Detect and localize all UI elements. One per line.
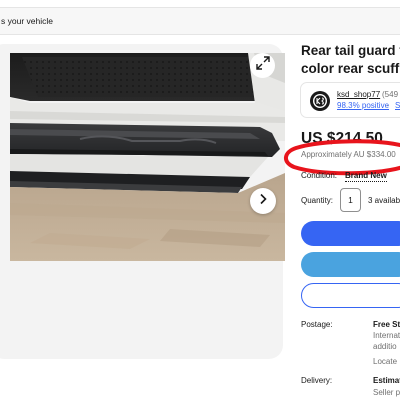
product-title-line-1: Rear tail guard fo [301, 43, 400, 58]
expand-image-button[interactable] [250, 53, 275, 78]
quantity-label: Quantity: [301, 196, 334, 205]
condition-label: Condition: [301, 171, 338, 180]
delivery-value: Estimat [373, 376, 400, 385]
postage-label: Postage: [301, 320, 333, 329]
avatar[interactable] [310, 91, 330, 111]
price: US $214.50 [301, 130, 383, 147]
expand-icon [255, 56, 270, 75]
chevron-right-icon [258, 192, 268, 210]
seller-logo [313, 94, 327, 108]
approx-price: Approximately AU $334.00 [301, 150, 396, 159]
product-title-line-2: color rear scuff p [301, 61, 400, 76]
product-photo[interactable] [10, 53, 285, 261]
item-location: Locate [373, 357, 398, 366]
vehicle-bar-text: s your vehicle [1, 16, 53, 26]
buy-it-now-button[interactable] [301, 221, 400, 246]
delivery-detail: Seller p [373, 388, 400, 397]
add-to-cart-button[interactable] [301, 252, 400, 277]
postage-detail-1: Internat [373, 331, 400, 340]
next-image-button[interactable] [250, 188, 276, 214]
seller-store-link[interactable]: S [395, 101, 400, 110]
condition-value[interactable]: Brand New [345, 171, 387, 182]
add-to-watchlist-button[interactable] [301, 283, 400, 308]
seller-positive-link[interactable]: 98.3% positive [337, 101, 389, 110]
vehicle-compatibility-bar[interactable]: s your vehicle [0, 7, 400, 35]
quantity-input[interactable]: 1 [340, 188, 361, 212]
seller-feedback-count: (549 [382, 90, 399, 99]
seller-separator: · [386, 101, 389, 110]
seller-name-link[interactable]: ksd_shop77 [337, 90, 380, 99]
delivery-label: Delivery: [301, 376, 333, 385]
postage-detail-2: additio [373, 342, 397, 351]
seller-card: ksd_shop77 (549 98.3% positive · S [300, 82, 400, 118]
product-title: Rear tail guard fo color rear scuff p [301, 42, 400, 78]
quantity-available: 3 availab [368, 196, 400, 205]
postage-value: Free St [373, 320, 400, 329]
